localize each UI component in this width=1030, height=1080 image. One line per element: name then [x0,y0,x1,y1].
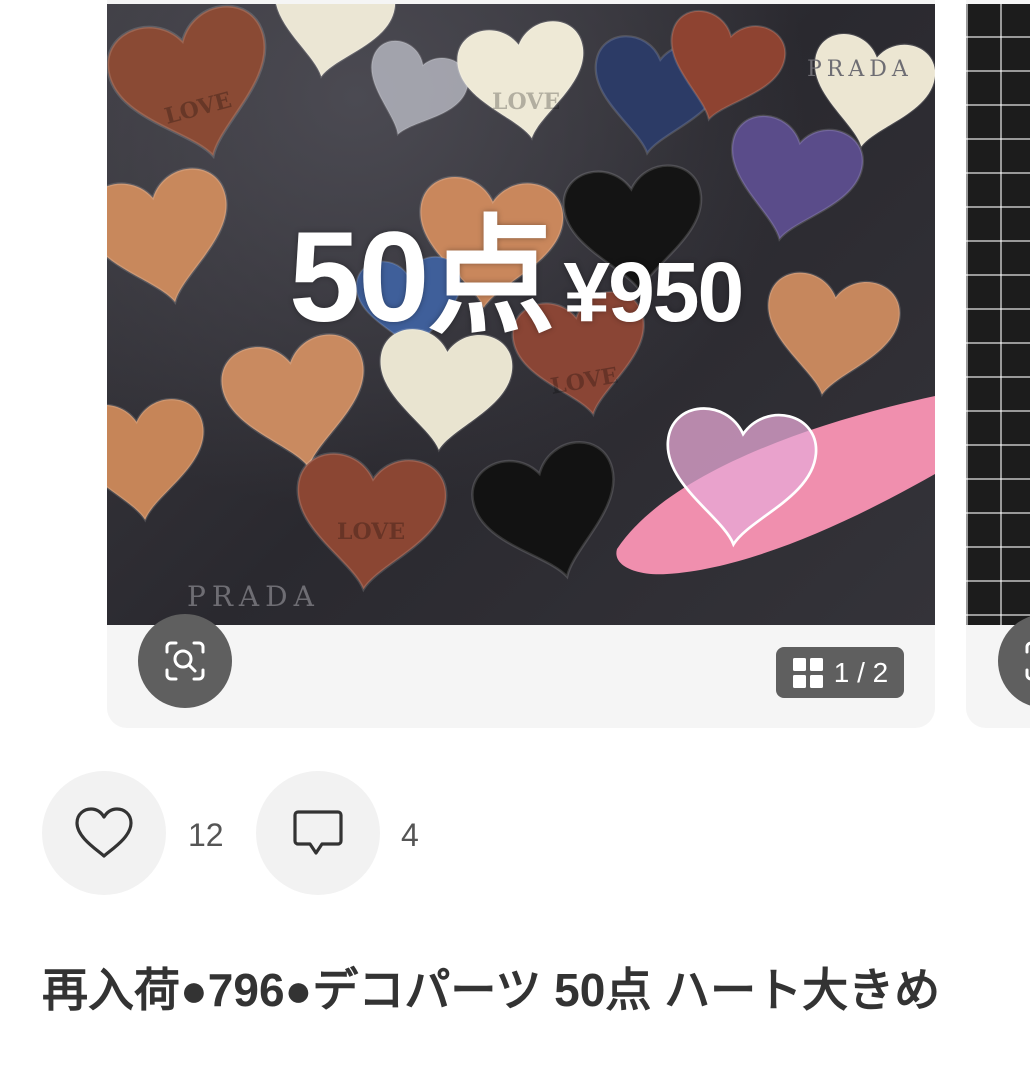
zoom-scan-icon [1025,641,1030,681]
product-title: 再入荷●796●デコパーツ 50点 ハート大きめ [42,964,941,1016]
product-photo[interactable]: PRADA PRADA LOVE LOVE LOVE LOVE 50点 ¥950 [107,4,935,625]
comment-icon [293,810,343,855]
svg-text:PRADA: PRADA [187,580,320,613]
next-image-card[interactable] [966,0,1030,728]
image-counter: 1 / 2 [776,647,904,698]
image-carousel[interactable]: PRADA PRADA LOVE LOVE LOVE LOVE 50点¥950 [0,0,1030,730]
image-counter-text: 1 / 2 [833,656,889,688]
comment-count: 4 [401,817,419,853]
overlay-count-text: 50点 [289,206,555,349]
zoom-button[interactable] [138,614,232,708]
next-product-photo[interactable] [966,4,1030,625]
like-button[interactable] [42,771,166,895]
like-count: 12 [188,817,224,853]
svg-text:LOVE: LOVE [492,89,560,115]
comment-button[interactable] [256,771,380,895]
product-image-card[interactable]: PRADA PRADA LOVE LOVE LOVE LOVE 50点 ¥950 [107,0,935,728]
heart-icon [75,807,133,858]
image-overlay-text: 50点 ¥950 [289,214,744,342]
svg-text:PRADA: PRADA [807,57,913,82]
grid-icon [792,657,823,688]
overlay-price-text: ¥950 [563,245,744,339]
svg-text:LOVE: LOVE [337,519,405,545]
zoom-scan-icon [165,641,205,681]
